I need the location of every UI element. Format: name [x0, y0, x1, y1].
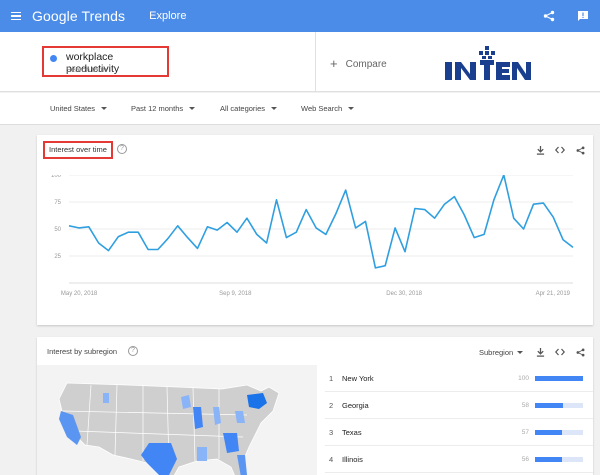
region-dropdown[interactable]: United States [50, 104, 108, 113]
caret-down-icon [189, 107, 196, 110]
x-tick-label: Sep 9, 2018 [219, 291, 252, 297]
region-value: United States [50, 104, 96, 113]
x-tick-label: Apr 21, 2019 [536, 291, 571, 297]
caret-down-icon [101, 107, 108, 110]
compare-label: Compare [345, 59, 387, 70]
value-bar-track [535, 430, 583, 435]
interest-over-time-title: Interest over time [43, 141, 113, 159]
search-type-value: Web Search [301, 104, 343, 113]
region-name[interactable]: Texas [342, 428, 362, 437]
list-item[interactable]: 3 Texas 57 [325, 419, 593, 446]
brand-trends: Trends [81, 8, 126, 24]
search-term-chip[interactable]: workplace productivity Search term [42, 46, 169, 77]
list-item[interactable]: 4 Illinois 56 [325, 446, 593, 473]
map-panel [37, 365, 317, 475]
compare-button[interactable]: + Compare [330, 56, 387, 71]
rank: 2 [329, 401, 334, 410]
plus-icon: + [330, 56, 338, 71]
region-value: 58 [521, 402, 529, 409]
time-range-value: Past 12 months [131, 104, 184, 113]
resolution-value: Subregion [479, 348, 514, 357]
hamburger-icon[interactable] [0, 0, 32, 32]
y-tick-label: 75 [54, 200, 61, 206]
time-range-dropdown[interactable]: Past 12 months [131, 104, 196, 113]
subregion-title: Interest by subregion [47, 347, 118, 356]
resolution-dropdown[interactable]: Subregion [479, 348, 524, 357]
google-trends-logo[interactable]: Google Trends [32, 8, 125, 24]
subregion-list: 1 New York 100 2 Georgia 58 3 Texas 57 4… [325, 365, 593, 473]
filter-bar: United States Past 12 months All categor… [0, 93, 600, 125]
y-tick-label: 50 [54, 227, 61, 233]
region-value: 100 [518, 375, 529, 382]
search-terms-bar: workplace productivity Search term + Comp… [0, 32, 600, 92]
state-mississippi [197, 447, 207, 461]
state-idaho [103, 393, 109, 403]
region-name[interactable]: Georgia [342, 401, 369, 410]
rank: 4 [329, 455, 334, 464]
divider [315, 32, 316, 92]
download-icon[interactable] [535, 347, 545, 357]
interest-over-time-card: Interest over time ? 25 50 75 100 May 20, 2… [37, 135, 593, 325]
top-app-bar: Google Trends Explore [0, 0, 600, 32]
embed-icon[interactable] [555, 145, 565, 155]
help-icon[interactable]: ? [117, 144, 127, 154]
value-bar-track [535, 457, 583, 462]
feedback-icon[interactable] [576, 9, 590, 23]
value-bar [535, 403, 563, 408]
share-icon[interactable] [575, 145, 585, 155]
help-icon[interactable]: ? [128, 346, 138, 356]
region-value: 57 [521, 429, 529, 436]
caret-down-icon [348, 107, 355, 110]
value-bar [535, 457, 562, 462]
us-map[interactable] [47, 371, 287, 475]
list-item[interactable]: 2 Georgia 58 [325, 392, 593, 419]
x-tick-label: Dec 30, 2018 [386, 291, 422, 297]
series-line [68, 175, 574, 269]
category-dropdown[interactable]: All categories [220, 104, 278, 113]
x-tick-label: May 20, 2018 [61, 291, 98, 297]
region-name[interactable]: New York [342, 374, 374, 383]
category-value: All categories [220, 104, 266, 113]
caret-down-icon [271, 107, 278, 110]
value-bar [535, 376, 583, 381]
region-value: 56 [521, 456, 529, 463]
search-term-type: Search term [66, 65, 107, 74]
share-icon[interactable] [575, 347, 585, 357]
share-icon[interactable] [542, 9, 556, 23]
y-tick-label: 25 [54, 254, 61, 260]
download-icon[interactable] [535, 145, 545, 155]
interest-line-chart: 25 50 75 100 May 20, 2018 Sep 9, 2018 Dec 30,… [51, 175, 574, 297]
value-bar [535, 430, 563, 435]
search-type-dropdown[interactable]: Web Search [301, 104, 355, 113]
embed-icon[interactable] [555, 347, 565, 357]
caret-down-icon [517, 351, 524, 354]
value-bar-track [535, 403, 583, 408]
region-name[interactable]: Illinois [342, 455, 363, 464]
y-tick-label: 100 [51, 175, 62, 179]
value-bar-track [535, 376, 583, 381]
inten-watermark-logo [445, 46, 531, 80]
rank: 3 [329, 428, 334, 437]
interest-by-subregion-card: Interest by subregion ? Subregion 1 New … [37, 337, 593, 475]
brand-google: Google [32, 8, 78, 24]
rank: 1 [329, 374, 334, 383]
series-color-dot [50, 55, 57, 62]
page-title: Explore [149, 10, 187, 22]
list-item[interactable]: 1 New York 100 [325, 365, 593, 392]
